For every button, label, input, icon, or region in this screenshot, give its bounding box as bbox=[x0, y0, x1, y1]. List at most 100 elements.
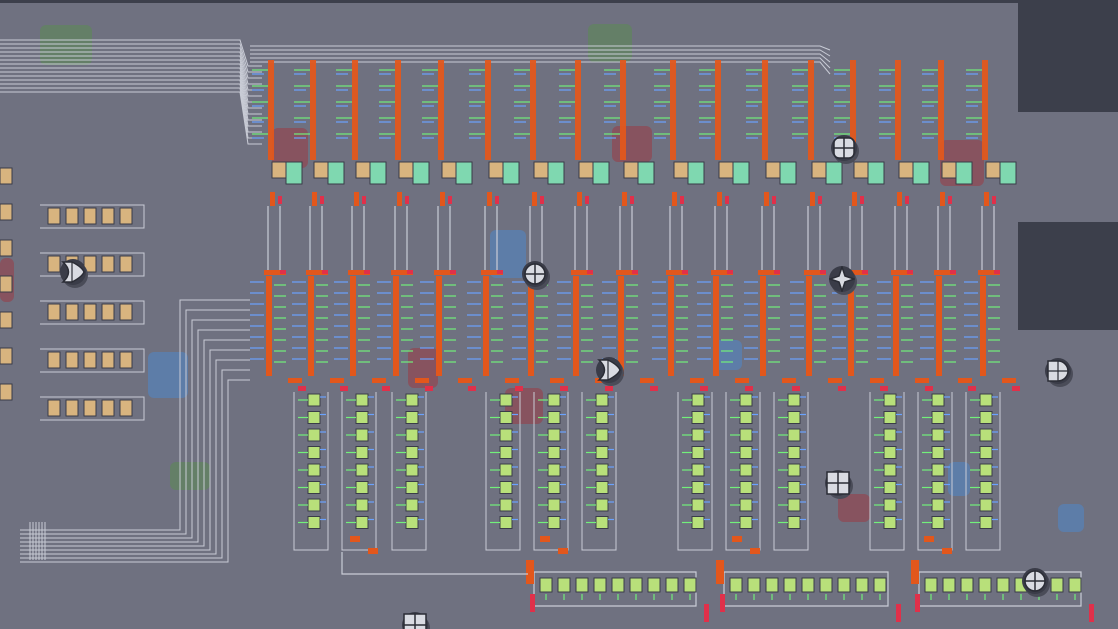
memory-chip[interactable] bbox=[101, 207, 115, 225]
bottom-chip[interactable] bbox=[647, 577, 661, 593]
register-chip[interactable] bbox=[271, 161, 287, 179]
ram-cell[interactable] bbox=[405, 411, 419, 424]
ram-cell[interactable] bbox=[931, 498, 945, 512]
bottom-chip[interactable] bbox=[783, 577, 797, 593]
ram-cell[interactable] bbox=[979, 446, 993, 459]
ram-cell[interactable] bbox=[595, 393, 609, 407]
register-chip[interactable] bbox=[441, 161, 457, 179]
register-chip[interactable] bbox=[765, 161, 781, 179]
bottom-chip[interactable] bbox=[665, 577, 679, 593]
ram-cell[interactable] bbox=[307, 446, 321, 459]
register-chip[interactable] bbox=[637, 161, 655, 185]
ram-cell[interactable] bbox=[787, 481, 801, 494]
register-chip[interactable] bbox=[502, 161, 520, 185]
memory-chip[interactable] bbox=[47, 207, 61, 225]
memory-chip[interactable] bbox=[101, 399, 115, 417]
ram-cell[interactable] bbox=[691, 498, 705, 512]
register-chip[interactable] bbox=[999, 161, 1017, 185]
ram-cell[interactable] bbox=[405, 446, 419, 459]
ram-cell[interactable] bbox=[499, 393, 513, 407]
ram-cell[interactable] bbox=[979, 516, 993, 529]
bottom-chip[interactable] bbox=[978, 577, 992, 593]
memory-chip[interactable] bbox=[0, 167, 13, 185]
or-gate-icon[interactable] bbox=[596, 357, 622, 383]
memory-chip[interactable] bbox=[0, 347, 13, 365]
ram-cell[interactable] bbox=[547, 463, 561, 477]
ram-cell[interactable] bbox=[405, 393, 419, 407]
ram-cell[interactable] bbox=[355, 411, 369, 424]
bottom-chip[interactable] bbox=[683, 577, 697, 593]
ram-cell[interactable] bbox=[931, 481, 945, 494]
register-chip[interactable] bbox=[327, 161, 345, 185]
bottom-chip[interactable] bbox=[819, 577, 833, 593]
ram-cell[interactable] bbox=[787, 446, 801, 459]
ram-cell[interactable] bbox=[739, 428, 753, 442]
crosshair-circle-icon[interactable] bbox=[522, 261, 548, 287]
bottom-chip[interactable] bbox=[557, 577, 571, 593]
ram-cell[interactable] bbox=[883, 516, 897, 529]
memory-chip[interactable] bbox=[119, 207, 133, 225]
memory-chip[interactable] bbox=[65, 399, 79, 417]
register-chip[interactable] bbox=[673, 161, 689, 179]
bottom-chip[interactable] bbox=[575, 577, 589, 593]
memory-chip[interactable] bbox=[83, 351, 97, 369]
ram-cell[interactable] bbox=[979, 428, 993, 442]
memory-chip[interactable] bbox=[0, 275, 13, 293]
ram-cell[interactable] bbox=[931, 516, 945, 529]
ram-cell[interactable] bbox=[405, 481, 419, 494]
ram-cell[interactable] bbox=[499, 463, 513, 477]
ram-cell[interactable] bbox=[979, 481, 993, 494]
register-chip[interactable] bbox=[547, 161, 565, 185]
ram-cell[interactable] bbox=[499, 411, 513, 424]
ram-cell[interactable] bbox=[307, 498, 321, 512]
bottom-chip[interactable] bbox=[593, 577, 607, 593]
ram-cell[interactable] bbox=[787, 393, 801, 407]
ram-cell[interactable] bbox=[739, 481, 753, 494]
ram-cell[interactable] bbox=[691, 446, 705, 459]
ram-cell[interactable] bbox=[883, 481, 897, 494]
ram-cell[interactable] bbox=[739, 411, 753, 424]
ram-cell[interactable] bbox=[787, 516, 801, 529]
register-chip[interactable] bbox=[732, 161, 750, 185]
ram-cell[interactable] bbox=[883, 411, 897, 424]
memory-chip[interactable] bbox=[101, 351, 115, 369]
memory-chip[interactable] bbox=[65, 207, 79, 225]
ram-cell[interactable] bbox=[691, 428, 705, 442]
bottom-chip[interactable] bbox=[611, 577, 625, 593]
ram-cell[interactable] bbox=[931, 411, 945, 424]
register-chip[interactable] bbox=[912, 161, 930, 185]
bottom-chip[interactable] bbox=[855, 577, 869, 593]
ram-cell[interactable] bbox=[739, 446, 753, 459]
register-chip[interactable] bbox=[867, 161, 885, 185]
ram-cell[interactable] bbox=[595, 463, 609, 477]
memory-chip[interactable] bbox=[0, 311, 13, 329]
register-chip[interactable] bbox=[985, 161, 1001, 179]
register-chip[interactable] bbox=[687, 161, 705, 185]
ram-cell[interactable] bbox=[595, 446, 609, 459]
memory-chip[interactable] bbox=[119, 255, 133, 273]
ram-cell[interactable] bbox=[307, 411, 321, 424]
ram-cell[interactable] bbox=[355, 393, 369, 407]
ram-cell[interactable] bbox=[931, 428, 945, 442]
ram-cell[interactable] bbox=[691, 393, 705, 407]
ram-cell[interactable] bbox=[931, 393, 945, 407]
crosshair-circle-icon[interactable] bbox=[1022, 568, 1048, 594]
register-chip[interactable] bbox=[941, 161, 957, 179]
register-chip[interactable] bbox=[488, 161, 504, 179]
register-chip[interactable] bbox=[779, 161, 797, 185]
memory-chip[interactable] bbox=[0, 239, 13, 257]
register-chip[interactable] bbox=[412, 161, 430, 185]
ram-cell[interactable] bbox=[595, 481, 609, 494]
memory-chip[interactable] bbox=[0, 203, 13, 221]
register-chip[interactable] bbox=[285, 161, 303, 185]
register-chip[interactable] bbox=[533, 161, 549, 179]
ram-cell[interactable] bbox=[595, 411, 609, 424]
register-chip[interactable] bbox=[898, 161, 914, 179]
register-chip[interactable] bbox=[853, 161, 869, 179]
bottom-chip[interactable] bbox=[942, 577, 956, 593]
ram-cell[interactable] bbox=[787, 411, 801, 424]
memory-chip[interactable] bbox=[119, 399, 133, 417]
and-gate-icon[interactable] bbox=[1045, 358, 1071, 384]
ram-cell[interactable] bbox=[405, 463, 419, 477]
memory-chip[interactable] bbox=[101, 303, 115, 321]
